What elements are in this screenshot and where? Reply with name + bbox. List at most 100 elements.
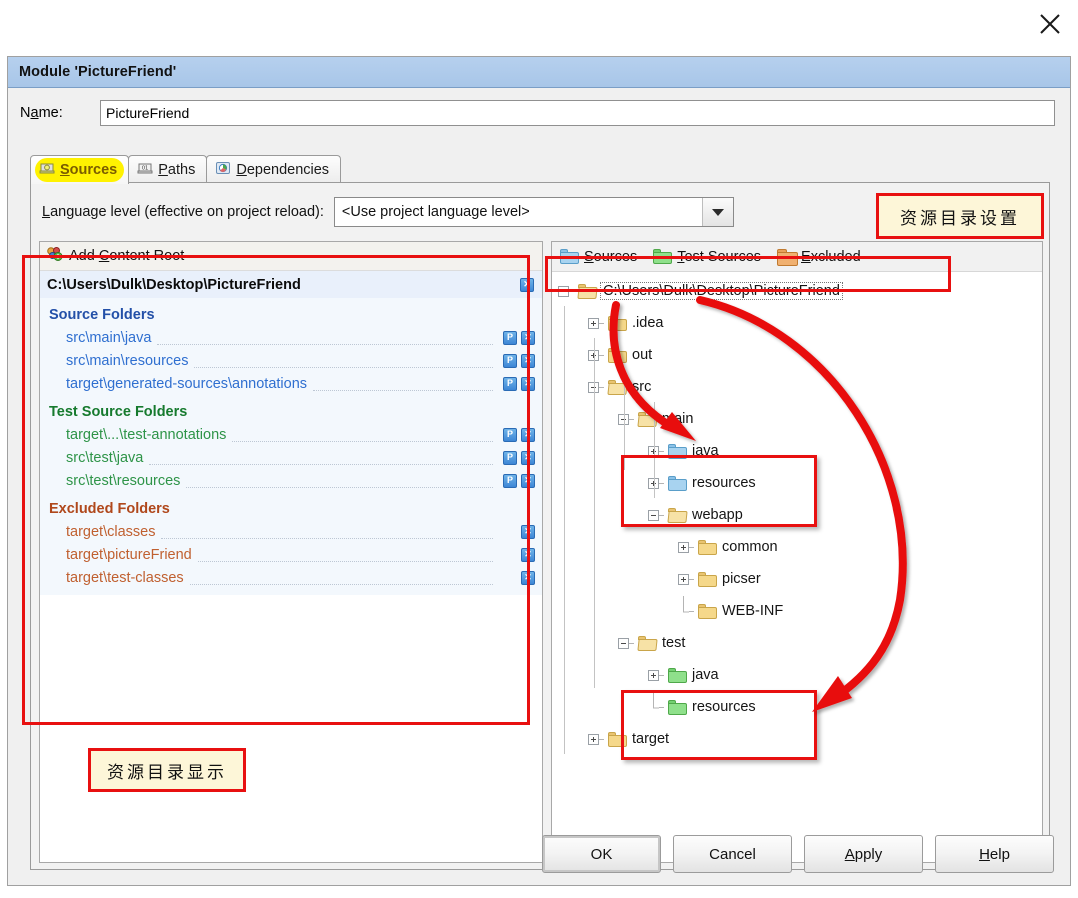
- tree-guide-line: [624, 370, 625, 470]
- tree-node[interactable]: resources: [552, 691, 1042, 723]
- tree-node-label: common: [722, 539, 778, 555]
- folder-yellow-icon: [698, 539, 717, 555]
- remove-icon[interactable]: [521, 330, 535, 345]
- mark-sources-label: Sources: [584, 248, 638, 265]
- test-source-folder-row[interactable]: src\test\java P: [40, 446, 542, 469]
- collapse-icon[interactable]: [558, 285, 569, 297]
- remove-icon[interactable]: [521, 450, 535, 465]
- folder-green-icon: [668, 699, 687, 715]
- tree-connector: [599, 386, 604, 388]
- tree-node[interactable]: resources: [552, 467, 1042, 499]
- tree-node[interactable]: out: [552, 339, 1042, 371]
- tab-paths-label: Paths: [158, 162, 196, 178]
- expand-icon[interactable]: [678, 541, 689, 553]
- test-source-folder-row[interactable]: target\...\test-annotations P: [40, 423, 542, 446]
- dialog-button-bar: OK Cancel Apply Help: [8, 835, 1070, 873]
- tree-node-label: out: [632, 347, 653, 363]
- package-prefix-button[interactable]: P: [503, 353, 517, 368]
- sources-icon: [39, 160, 55, 180]
- expand-icon[interactable]: [678, 573, 689, 585]
- folder-orange-icon: [777, 249, 799, 266]
- tree-node[interactable]: target: [552, 723, 1042, 755]
- remove-icon[interactable]: [521, 376, 535, 391]
- tree-node-label: picser: [722, 571, 761, 587]
- expand-icon[interactable]: [588, 733, 599, 745]
- tree-guide-line: [654, 402, 655, 498]
- dotted-filler: [186, 474, 493, 488]
- apply-button[interactable]: Apply: [804, 835, 923, 873]
- tree-node[interactable]: java: [552, 435, 1042, 467]
- folder-path-label: src\test\java: [66, 449, 144, 466]
- dialog-titlebar: Module 'PictureFriend': [8, 57, 1070, 88]
- tree-node[interactable]: common: [552, 531, 1042, 563]
- tab-sources[interactable]: Sources: [30, 155, 130, 184]
- remove-icon[interactable]: [521, 570, 535, 585]
- module-name-input[interactable]: [100, 100, 1055, 126]
- package-prefix-button[interactable]: P: [503, 330, 517, 345]
- add-content-root-button[interactable]: Add Content Root: [40, 242, 542, 271]
- remove-icon[interactable]: [521, 427, 535, 442]
- remove-icon[interactable]: [520, 277, 534, 292]
- remove-icon[interactable]: [521, 473, 535, 488]
- mark-sources-button[interactable]: Sources: [560, 249, 637, 265]
- remove-icon[interactable]: [521, 353, 535, 368]
- collapse-icon[interactable]: [618, 637, 629, 649]
- tree-node-label: resources: [692, 699, 756, 715]
- tab-dependencies[interactable]: Dependencies: [206, 155, 342, 184]
- tree-node-label: test: [662, 635, 686, 651]
- tree-node[interactable]: src: [552, 371, 1042, 403]
- source-folder-row[interactable]: src\main\resources P: [40, 349, 542, 372]
- language-level-label: Language level (effective on project rel…: [42, 204, 324, 220]
- tree-node[interactable]: webapp: [552, 499, 1042, 531]
- tree-connector: [629, 642, 634, 644]
- ok-button[interactable]: OK: [542, 835, 661, 873]
- folder-path-label: src\test\resources: [66, 472, 181, 489]
- excluded-folder-row[interactable]: target\pictureFriend: [40, 543, 542, 566]
- tree-node[interactable]: C:\Users\Dulk\Desktop\PictureFriend: [552, 275, 1042, 307]
- package-prefix-button[interactable]: P: [503, 450, 517, 465]
- folder-yellow-icon: [608, 315, 627, 331]
- tree-node[interactable]: WEB-INF: [552, 595, 1042, 627]
- dependencies-icon: [215, 160, 231, 180]
- help-button[interactable]: Help: [935, 835, 1054, 873]
- tree-connector: [569, 290, 574, 292]
- tree-connector: [599, 738, 604, 740]
- folder-path-label: src\main\resources: [66, 352, 189, 369]
- excluded-folder-row[interactable]: target\classes: [40, 520, 542, 543]
- language-level-select[interactable]: <Use project language level>: [333, 197, 734, 227]
- expand-icon[interactable]: [588, 317, 599, 329]
- mark-excluded-button[interactable]: Excluded: [777, 249, 861, 266]
- tree-connector: [599, 354, 604, 356]
- dotted-filler: [189, 571, 493, 585]
- cancel-button[interactable]: Cancel: [673, 835, 792, 873]
- package-prefix-button[interactable]: P: [503, 473, 517, 488]
- tree-node[interactable]: picser: [552, 563, 1042, 595]
- tab-paths[interactable]: 01 Paths: [128, 155, 208, 184]
- package-prefix-button[interactable]: P: [503, 376, 517, 391]
- folder-path-label: target\generated-sources\annotations: [66, 375, 308, 392]
- source-folder-row[interactable]: target\generated-sources\annotations P: [40, 372, 542, 395]
- test-source-folder-row[interactable]: src\test\resources P: [40, 469, 542, 492]
- remove-icon[interactable]: [521, 547, 535, 562]
- content-root-path-row[interactable]: C:\Users\Dulk\Desktop\PictureFriend: [40, 271, 542, 298]
- folder-yellow-icon: [698, 571, 717, 587]
- collapse-icon[interactable]: [648, 509, 659, 521]
- tree-node[interactable]: java: [552, 659, 1042, 691]
- tree-node-label: C:\Users\Dulk\Desktop\PictureFriend: [600, 282, 843, 300]
- close-icon[interactable]: [1036, 10, 1064, 38]
- remove-icon[interactable]: [521, 524, 535, 539]
- excluded-folder-row[interactable]: target\test-classes: [40, 566, 542, 589]
- tree-node[interactable]: test: [552, 627, 1042, 659]
- tree-node[interactable]: .idea: [552, 307, 1042, 339]
- tree-node[interactable]: main: [552, 403, 1042, 435]
- project-file-tree[interactable]: C:\Users\Dulk\Desktop\PictureFriend .idea…: [552, 272, 1042, 755]
- tabstrip: Sources 01 Paths Dependencies: [30, 154, 342, 184]
- chevron-down-icon[interactable]: [701, 198, 733, 226]
- expand-icon[interactable]: [648, 669, 659, 681]
- dotted-filler: [157, 331, 493, 345]
- source-folder-row[interactable]: src\main\java P: [40, 326, 542, 349]
- folder-yellow-icon: [608, 347, 627, 363]
- tree-connector: [689, 578, 694, 580]
- mark-test-sources-button[interactable]: Test Sources: [653, 249, 761, 265]
- package-prefix-button[interactable]: P: [503, 427, 517, 442]
